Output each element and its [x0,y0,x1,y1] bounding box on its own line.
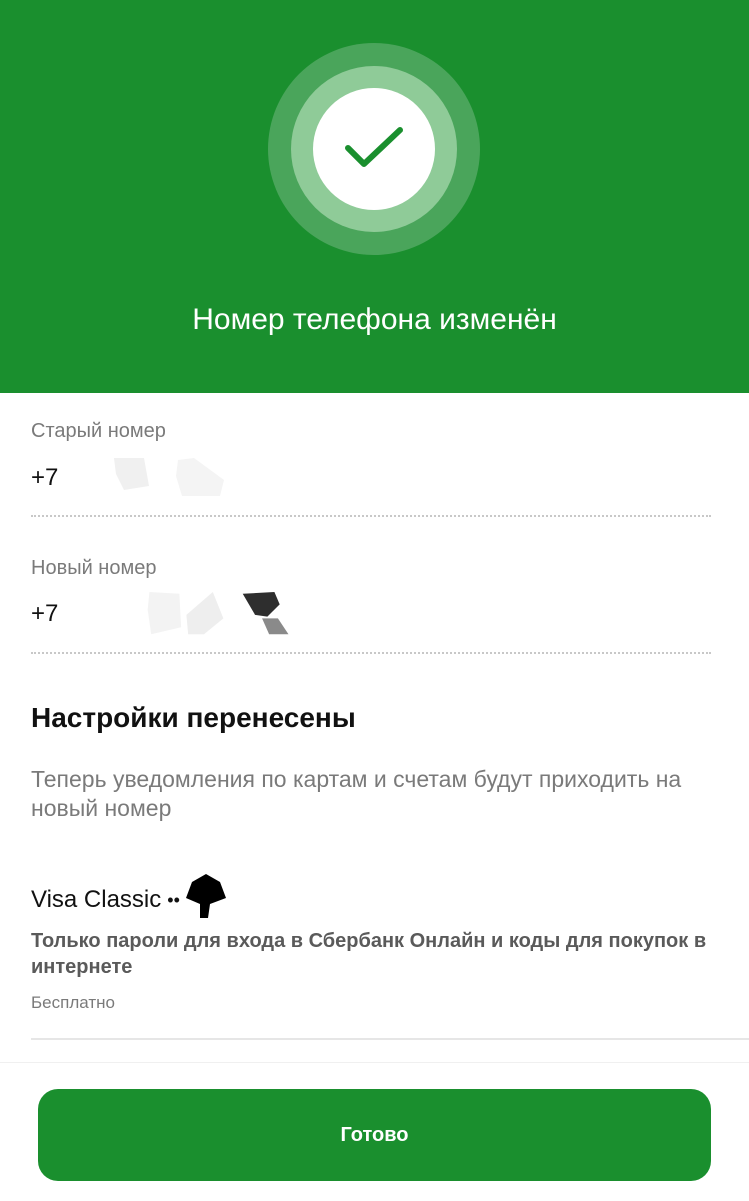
success-header: Номер телефона изменён [0,0,749,393]
card-name: Visa Classic [31,886,162,913]
redacted-new-number [148,592,289,635]
checkmark-icon [345,127,403,167]
success-badge [313,88,435,210]
redacted-card-number [185,874,226,918]
old-number-divider [31,515,711,517]
old-number-label: Старый номер [31,420,166,442]
card-mask: •• [167,889,180,910]
new-number-prefix: +7 [31,600,59,627]
old-number-value: +7 [31,456,264,500]
card-price: Бесплатно [31,993,115,1012]
page-title: Номер телефона изменён [192,303,557,336]
new-number-value: +7 [31,592,314,636]
old-number-prefix: +7 [31,464,59,491]
new-number-label: Новый номер [31,557,157,579]
settings-title: Настройки перенесены [31,702,356,733]
card-description: Только пароли для входа в Сбербанк Онлай… [31,930,707,978]
settings-description: Теперь уведомления по картам и счетам бу… [31,766,682,821]
redacted-old-number [114,458,225,496]
content-divider [31,1038,749,1040]
card-name-row: Visa Classic •• [31,874,228,920]
new-number-divider [31,652,711,654]
done-button[interactable]: Готово [38,1089,711,1181]
